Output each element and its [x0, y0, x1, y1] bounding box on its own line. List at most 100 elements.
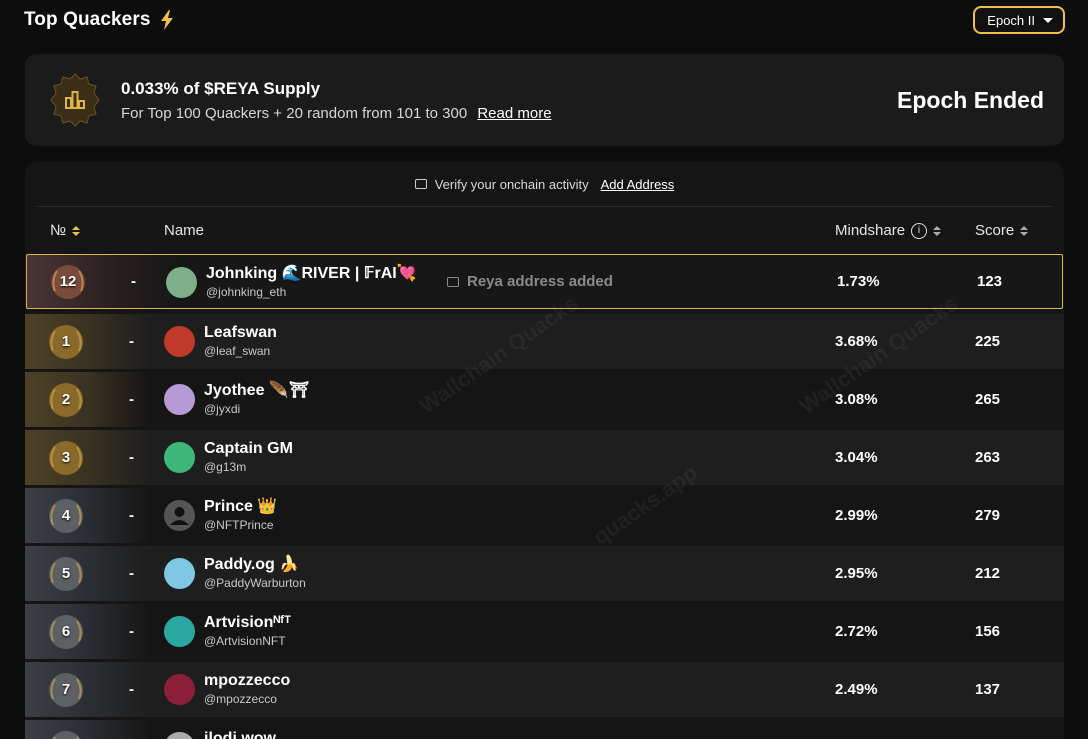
user-handle[interactable]: @g13m	[204, 459, 293, 475]
epoch-selector[interactable]: Epoch II	[973, 6, 1065, 34]
rank-badge: 5	[49, 556, 83, 591]
mindshare-value: 1.73%	[837, 273, 880, 290]
mindshare-value: 2.95%	[835, 565, 878, 582]
name-block: Johnking 🌊RIVER | 𝔽rAI💘 @johnking_eth	[206, 264, 417, 300]
rank-badge: 4	[49, 498, 83, 533]
rank-change: -	[129, 507, 134, 524]
rank-column-header[interactable]: №	[50, 222, 81, 239]
rank-number: 3	[61, 449, 71, 466]
user-handle[interactable]: @jyxdi	[204, 401, 309, 417]
score-value: 279	[975, 507, 1001, 524]
page-header: Top Quackers Epoch II	[24, 0, 1065, 40]
score-value: 137	[975, 681, 1001, 698]
avatar[interactable]	[164, 674, 195, 705]
name-block: Prince 👑 @NFTPrince	[204, 497, 277, 533]
rank-change: -	[129, 565, 134, 582]
rank-cell: 5	[25, 546, 107, 601]
wallet-icon	[447, 276, 459, 287]
user-name[interactable]: Paddy.og 🍌	[204, 555, 306, 575]
mindshare-column-header[interactable]: Mindshare i	[835, 222, 942, 239]
name-block: Captain GM @g13m	[204, 439, 293, 475]
score-value: 225	[975, 333, 1001, 350]
table-row[interactable]: 6 - Artvisionᴺᶠᵀ @ArtvisionNFT 2.72% 156	[25, 604, 1064, 659]
table-row[interactable]: 2 - Jyothee 🪶⛩ @jyxdi 3.08% 265	[25, 372, 1064, 427]
user-name[interactable]: ilodi.wow	[204, 729, 276, 739]
avatar[interactable]	[164, 442, 195, 473]
user-handle[interactable]: @mpozzecco	[204, 691, 290, 707]
user-name[interactable]: Artvisionᴺᶠᵀ	[204, 613, 291, 633]
rank-change: -	[129, 333, 134, 350]
user-handle[interactable]: @PaddyWarburton	[204, 575, 306, 591]
rank-badge: 1	[49, 324, 83, 359]
score-value: 212	[975, 565, 1001, 582]
avatar[interactable]	[164, 326, 195, 357]
rank-change: -	[129, 623, 134, 640]
rank-cell: 2	[25, 372, 107, 427]
table-row[interactable]: 3 - Captain GM @g13m 3.04% 263	[25, 430, 1064, 485]
user-name[interactable]: Johnking 🌊RIVER | 𝔽rAI💘	[206, 264, 417, 284]
mindshare-column-label: Mindshare	[835, 222, 906, 239]
rank-number: 6	[61, 623, 71, 640]
rank-badge: 3	[49, 440, 83, 475]
rank-cell: 6	[25, 604, 107, 659]
avatar[interactable]	[164, 558, 195, 589]
user-name[interactable]: Prince 👑	[204, 497, 277, 517]
table-row[interactable]: 4 - Prince 👑 @NFTPrince 2.99% 279	[25, 488, 1064, 543]
rank-cell: 8	[25, 720, 107, 739]
user-name[interactable]: Jyothee 🪶⛩	[204, 381, 309, 401]
sort-icon	[72, 225, 81, 236]
user-handle[interactable]: @ArtvisionNFT	[204, 633, 291, 649]
rank-number: 7	[61, 681, 71, 698]
name-block: ilodi.wow	[204, 729, 276, 739]
user-name[interactable]: Leafswan	[204, 323, 277, 343]
rank-number: 12	[59, 273, 77, 290]
name-block: Jyothee 🪶⛩ @jyxdi	[204, 381, 309, 417]
table-row[interactable]: 7 - mpozzecco @mpozzecco 2.49% 137	[25, 662, 1064, 717]
name-block: Leafswan @leaf_swan	[204, 323, 277, 359]
user-handle[interactable]: @NFTPrince	[204, 517, 277, 533]
address-added-text: Reya address added	[467, 273, 613, 290]
rank-badge: 6	[49, 614, 83, 649]
score-column-header[interactable]: Score	[975, 222, 1029, 239]
avatar[interactable]	[164, 732, 195, 739]
score-value: 263	[975, 449, 1001, 466]
title-group: Top Quackers	[24, 9, 175, 31]
user-name[interactable]: mpozzecco	[204, 671, 290, 691]
epoch-status: Epoch Ended	[897, 86, 1044, 113]
table-row[interactable]: 5 - Paddy.og 🍌 @PaddyWarburton 2.95% 212	[25, 546, 1064, 601]
table-row[interactable]: 8 ilodi.wow	[25, 720, 1064, 739]
leaderboard: Verify your onchain activity Add Address…	[25, 162, 1064, 739]
rank-badge: 7	[49, 672, 83, 707]
mindshare-value: 2.99%	[835, 507, 878, 524]
rank-cell: 12	[27, 255, 109, 308]
sort-icon	[1020, 225, 1029, 236]
avatar[interactable]	[164, 384, 195, 415]
rank-change: -	[129, 391, 134, 408]
user-handle[interactable]: @leaf_swan	[204, 343, 277, 359]
read-more-link[interactable]: Read more	[477, 105, 551, 122]
user-handle[interactable]: @johnking_eth	[206, 284, 417, 300]
user-name[interactable]: Captain GM	[204, 439, 293, 459]
page-title: Top Quackers	[24, 9, 151, 30]
mindshare-value: 2.72%	[835, 623, 878, 640]
rank-change: -	[131, 273, 136, 290]
info-icon[interactable]: i	[911, 222, 928, 239]
banner-subtitle-text: For Top 100 Quackers + 20 random from 10…	[121, 104, 468, 122]
table-row[interactable]: 12 - Johnking 🌊RIVER | 𝔽rAI💘 @johnking_e…	[26, 254, 1063, 309]
verify-text: Verify your onchain activity	[434, 176, 589, 192]
avatar[interactable]	[164, 616, 195, 647]
rank-number: 4	[61, 507, 71, 524]
avatar[interactable]	[166, 267, 197, 298]
name-block: Artvisionᴺᶠᵀ @ArtvisionNFT	[204, 613, 291, 649]
rank-cell: 3	[25, 430, 107, 485]
table-row[interactable]: 1 - Leafswan @leaf_swan 3.68% 225	[25, 314, 1064, 369]
rank-cell: 7	[25, 662, 107, 717]
rank-column-label: №	[50, 222, 67, 239]
add-address-link[interactable]: Add Address	[601, 177, 675, 192]
rank-cell: 4	[25, 488, 107, 543]
avatar[interactable]	[164, 500, 195, 531]
mindshare-value: 3.68%	[835, 333, 878, 350]
name-column-header: Name	[164, 222, 204, 239]
reward-banner: 0.033% of $REYA Supply For Top 100 Quack…	[25, 54, 1064, 146]
rank-badge: 2	[49, 382, 83, 417]
